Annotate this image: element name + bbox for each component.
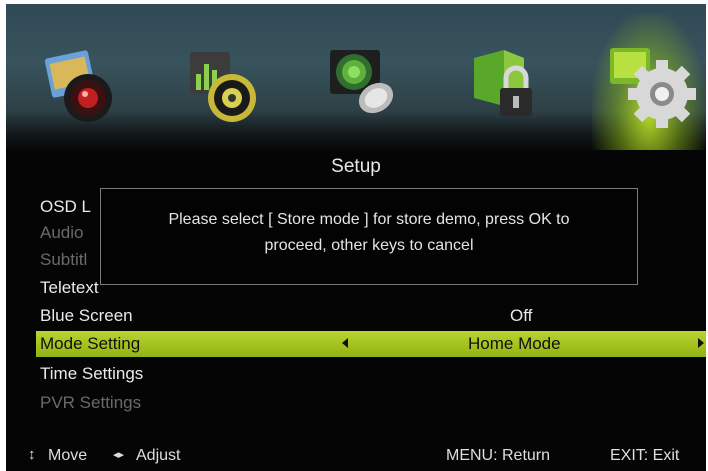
move-hint: Move [48,447,88,464]
arrow-left-icon[interactable] [342,338,348,348]
menu-item-time-settings[interactable]: Time Settings [6,361,706,387]
dialog-message-line1: Please select [ Store mode ] for store d… [168,211,570,228]
setup-icon[interactable] [606,40,696,128]
picture-icon[interactable] [42,46,122,126]
menu-item-pvr-settings[interactable]: PVR Settings [6,390,706,416]
menu-item-label: Audio [40,223,84,242]
adjust-hint: Adjust [136,447,181,464]
menu-item-label: Time Settings [40,364,144,383]
mode-setting-value: Home Mode [468,334,561,353]
up-down-arrow-icon: ↕ [28,446,36,463]
menu-return-hint: MENU: Return [446,447,551,464]
menu-item-mode-setting[interactable]: Mode Setting Home Mode [36,331,706,357]
sound-icon[interactable] [182,46,262,126]
menu-item-label: Subtitl [40,250,88,269]
menu-item-blue-screen[interactable]: Blue Screen Off [6,303,706,329]
menu-item-label: Mode Setting [40,334,141,353]
menu-item-label: Teletext [40,278,99,297]
lock-icon[interactable] [466,44,546,124]
arrow-right-icon[interactable] [698,338,704,348]
channel-icon[interactable] [324,42,404,122]
page-title: Setup [331,156,381,177]
dialog-message-line2: proceed, other keys to cancel [264,237,474,254]
icon-bar [6,4,706,150]
menu-item-label: OSD L [40,197,92,216]
footer-hints: ↕ Move ◂▸ Adjust MENU: Return EXIT: Exit [6,445,706,467]
menu-item-label: Blue Screen [40,306,133,325]
tv-screen: Setup OSD L Audio Subtitl Teletext Blue … [6,4,706,471]
menu-item-label: PVR Settings [40,393,142,412]
blue-screen-value: Off [510,306,533,325]
exit-hint: EXIT: Exit [610,447,680,464]
left-right-arrow-icon: ◂▸ [113,449,125,461]
store-mode-dialog[interactable]: Please select [ Store mode ] for store d… [100,188,638,285]
